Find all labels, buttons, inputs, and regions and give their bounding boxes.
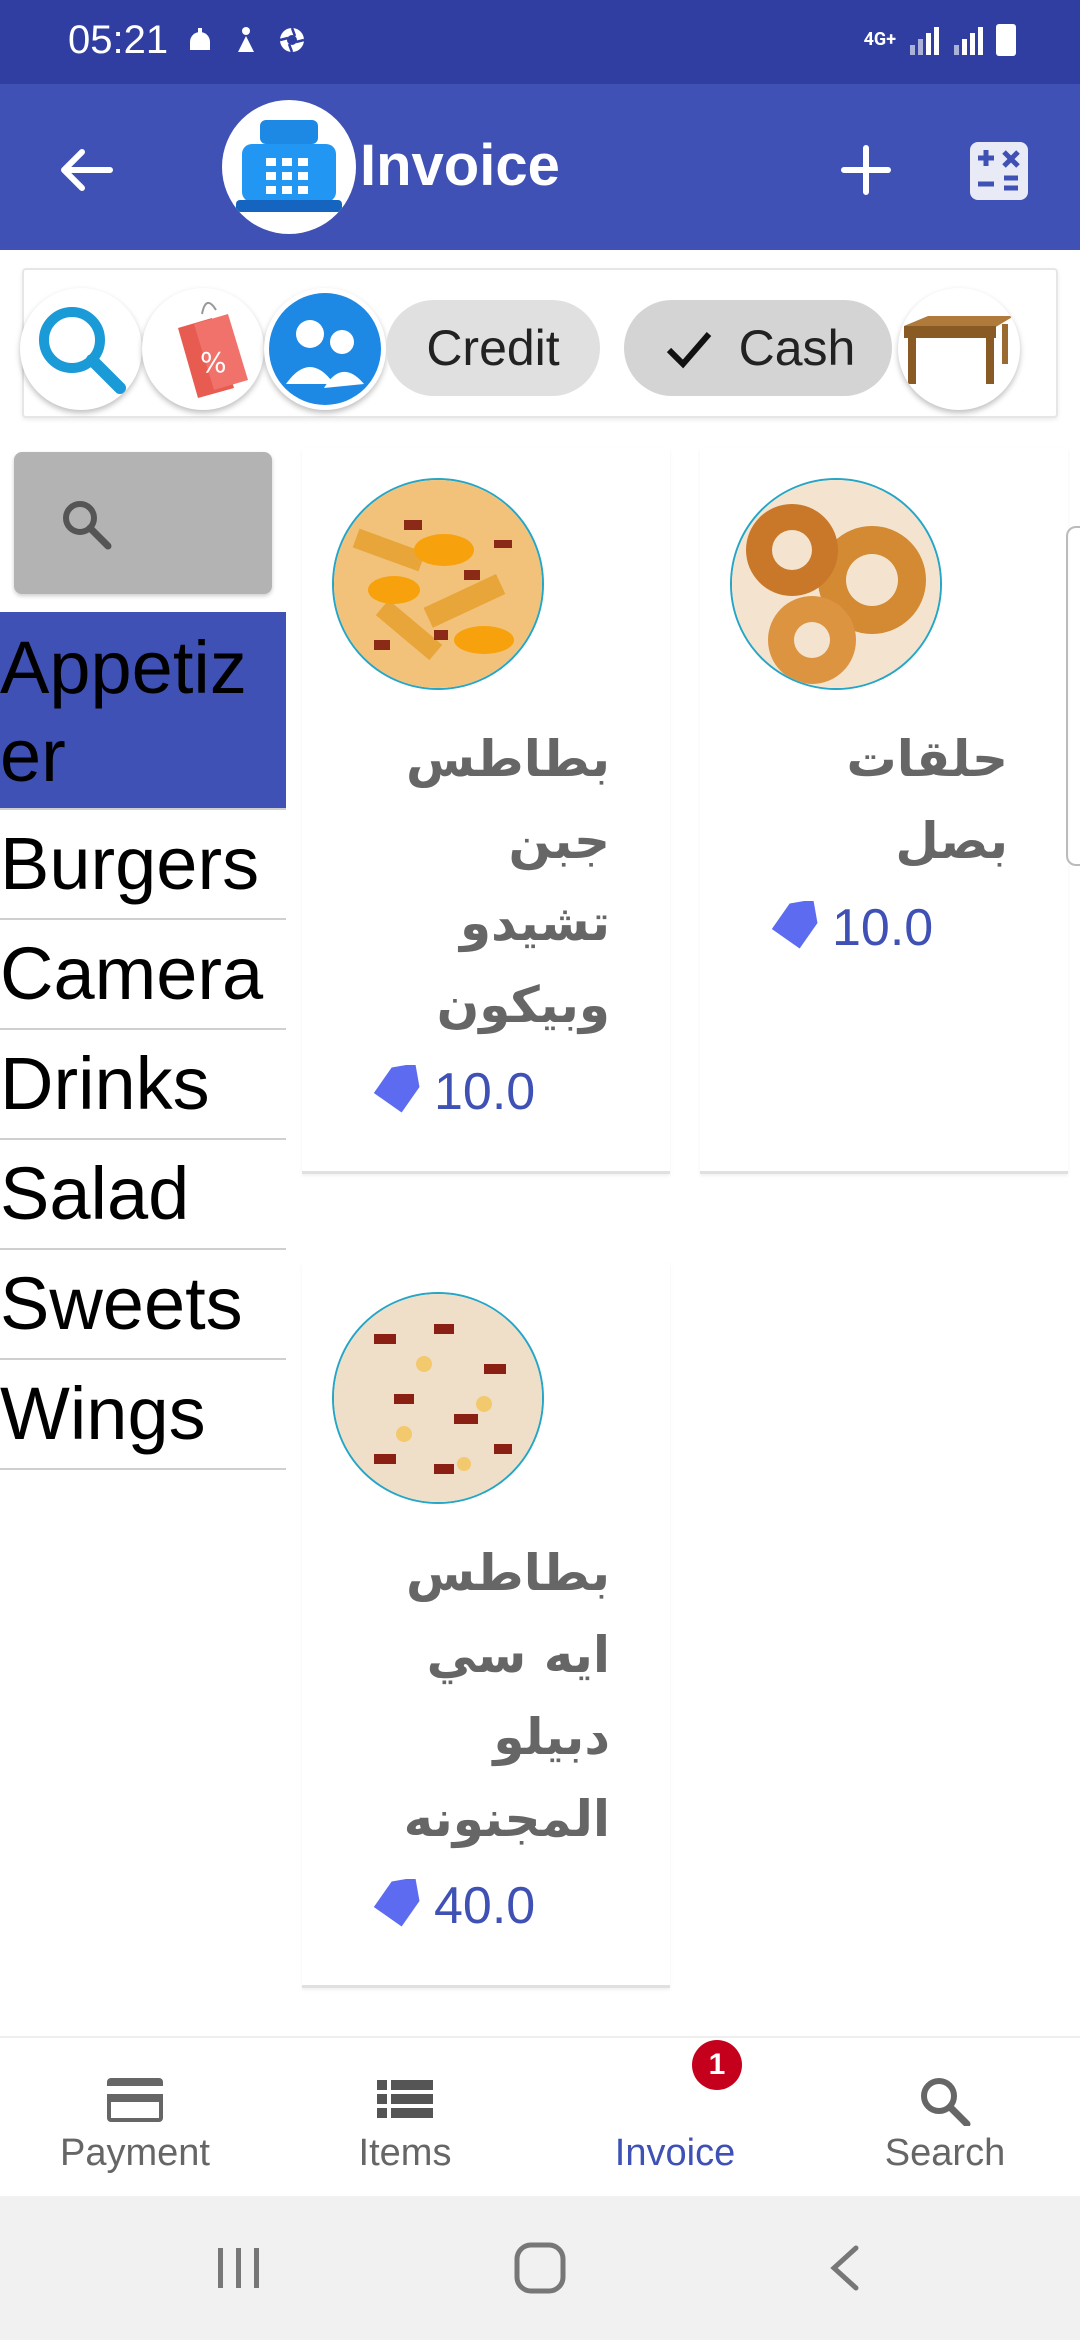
page-title: Invoice — [360, 133, 560, 198]
product-name: حلقات بصل — [846, 730, 1008, 870]
app-bar: Invoice — [0, 84, 1080, 250]
cash-register-logo-icon — [222, 100, 356, 234]
category-list: Appetizer Burgers Camera Drinks Salad Sw… — [0, 612, 286, 1470]
svg-text:%: % — [200, 346, 227, 379]
arrow-back-icon — [61, 149, 113, 191]
invoice-count-badge: 1 — [692, 2040, 742, 2090]
signal-icon-1 — [910, 27, 939, 55]
cash-label: Cash — [738, 320, 856, 376]
credit-card-icon — [107, 2078, 163, 2122]
credit-label: Credit — [426, 320, 560, 376]
system-navigation-bar — [0, 2196, 1080, 2340]
system-status-icons: 4G+ — [864, 24, 1016, 56]
category-search-button[interactable] — [14, 452, 272, 594]
category-item-salad[interactable]: Salad — [0, 1140, 286, 1250]
back-nav-icon[interactable] — [820, 2240, 870, 2296]
calculator-button[interactable] — [968, 140, 1030, 202]
calculator-icon — [970, 142, 1028, 200]
network-type: 4G+ — [863, 29, 896, 50]
product-card[interactable]: بطاطس جبن تشيدو وبيكون 10.0 — [302, 448, 670, 1174]
app-screen: 05:21 4G+ Invoice % Credit Cash Appetize… — [0, 0, 1080, 2340]
category-item-sweets[interactable]: Sweets — [0, 1250, 286, 1360]
accessibility-icon — [232, 26, 260, 54]
category-item-wings[interactable]: Wings — [0, 1360, 286, 1470]
list-icon — [377, 2080, 433, 2118]
bottom-navigation: Payment Items Invoice Search — [0, 2036, 1080, 2196]
category-item-appetizer[interactable]: Appetizer — [0, 612, 286, 810]
recent-apps-icon[interactable] — [214, 2240, 264, 2296]
price-tag-icon — [771, 901, 818, 949]
back-button[interactable] — [50, 134, 122, 206]
category-item-camera[interactable]: Camera — [0, 920, 286, 1030]
product-card[interactable]: حلقات بصل 10.0 — [700, 448, 1068, 1174]
battery-icon — [996, 24, 1016, 56]
notification-icons — [186, 26, 306, 54]
nav-search[interactable]: Search — [810, 2074, 1080, 2175]
signal-icon-2 — [954, 27, 983, 55]
nav-payment[interactable]: Payment — [0, 2074, 270, 2175]
status-time: 05:21 — [68, 18, 169, 62]
home-icon[interactable] — [512, 2240, 568, 2296]
nav-items[interactable]: Items — [270, 2074, 540, 2175]
scroll-indicator[interactable] — [1066, 526, 1080, 866]
product-image — [332, 478, 544, 690]
search-icon — [63, 501, 112, 550]
table-icon[interactable] — [898, 288, 1020, 410]
search-icon[interactable] — [20, 288, 142, 410]
check-icon — [666, 332, 711, 369]
aperture-icon — [278, 26, 306, 54]
category-item-burgers[interactable]: Burgers — [0, 810, 286, 920]
product-price: 10.0 — [370, 1062, 535, 1122]
product-name: بطاطس جبن تشيدو وبيكون — [405, 730, 610, 1034]
cash-chip[interactable]: Cash — [624, 300, 892, 396]
price-tag-icon — [373, 1065, 420, 1113]
credit-chip[interactable]: Credit — [386, 300, 600, 396]
nav-invoice[interactable]: Invoice — [540, 2074, 810, 2175]
product-image — [332, 1292, 544, 1504]
product-image — [730, 478, 942, 690]
category-item-drinks[interactable]: Drinks — [0, 1030, 286, 1140]
search-icon — [921, 2078, 971, 2126]
customer-icon[interactable] — [264, 288, 386, 410]
invoice-icon — [540, 2074, 810, 2132]
product-card[interactable]: بطاطس ايه سي دبيلو المجنونه 40.0 — [302, 1262, 670, 1988]
invoice-toolbar: % Credit Cash — [20, 268, 1058, 418]
status-bar: 05:21 4G+ — [0, 0, 1080, 84]
mosque-icon — [186, 26, 214, 54]
price-tag-icon — [373, 1879, 420, 1927]
add-button[interactable] — [830, 134, 902, 206]
product-price: 40.0 — [370, 1876, 535, 1936]
plus-icon — [841, 145, 891, 195]
product-name: بطاطس ايه سي دبيلو المجنونه — [403, 1544, 610, 1848]
product-price: 10.0 — [768, 898, 933, 958]
discount-tag-icon[interactable]: % — [142, 288, 264, 410]
